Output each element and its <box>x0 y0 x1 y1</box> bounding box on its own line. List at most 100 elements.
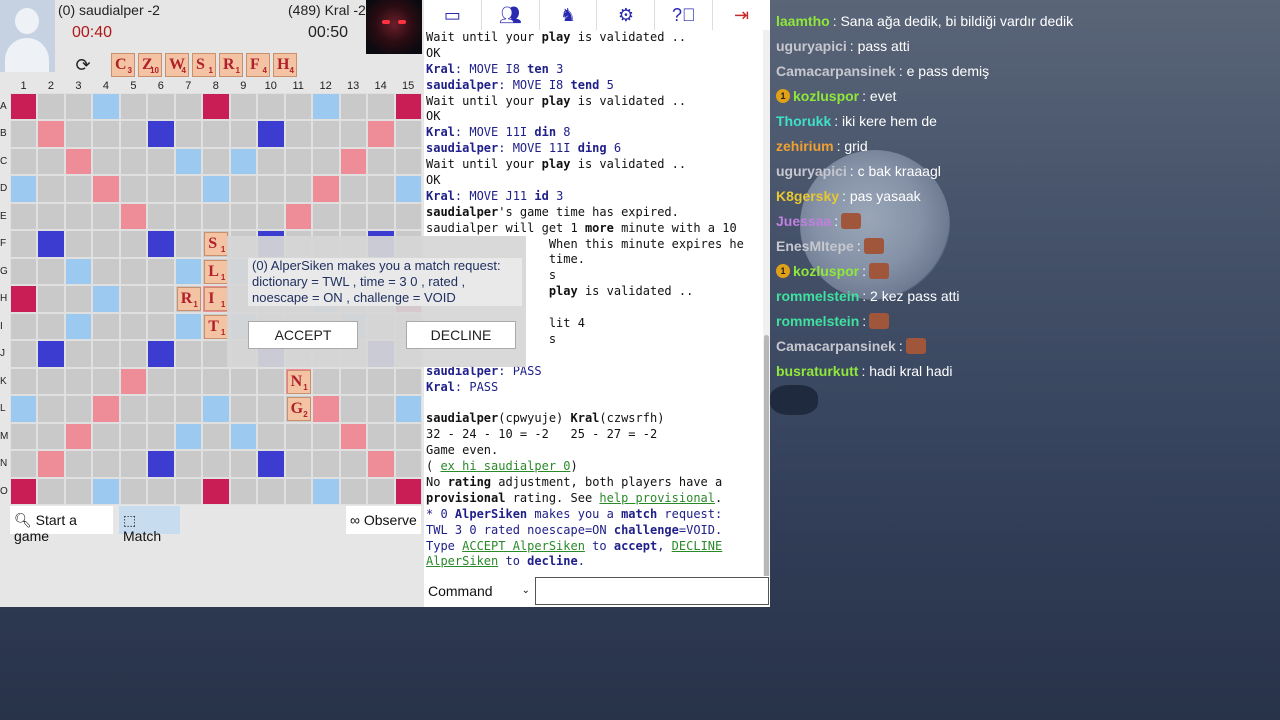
board-square[interactable] <box>339 450 368 478</box>
board-square[interactable] <box>312 202 340 231</box>
chat-username[interactable]: uguryapici <box>776 37 847 55</box>
board-square[interactable] <box>367 422 395 451</box>
board-square[interactable] <box>174 175 203 203</box>
match-button[interactable]: ⬚ Match <box>119 506 180 544</box>
board-square[interactable] <box>394 147 422 176</box>
board-square[interactable] <box>394 202 422 231</box>
board-square[interactable] <box>92 120 120 148</box>
triple-word-square[interactable] <box>10 93 38 121</box>
double-word-square[interactable] <box>119 367 148 396</box>
rack-tile[interactable]: W4 <box>165 53 189 77</box>
board-square[interactable] <box>367 477 395 505</box>
board-square[interactable] <box>284 147 313 176</box>
board-square[interactable]: R1 <box>174 285 203 313</box>
board-square[interactable] <box>64 395 93 423</box>
board-square[interactable] <box>284 93 313 121</box>
chat-username[interactable]: uguryapici <box>776 162 847 180</box>
board-square[interactable] <box>92 230 120 258</box>
monitor-icon[interactable]: ▭ <box>424 0 482 30</box>
chat-username[interactable]: kozluspor <box>793 87 859 105</box>
rack-tile[interactable]: S1 <box>192 53 216 77</box>
board-square[interactable] <box>202 450 230 478</box>
board-square[interactable] <box>37 312 65 341</box>
board-square[interactable] <box>174 450 203 478</box>
board-square[interactable] <box>174 367 203 396</box>
double-letter-square[interactable] <box>174 422 203 451</box>
board-square[interactable] <box>202 422 230 451</box>
board-square[interactable] <box>367 147 395 176</box>
gear-icon[interactable]: ⚙ <box>597 0 656 30</box>
board-square[interactable]: T1 <box>202 312 230 341</box>
board-tile[interactable]: G2 <box>286 397 311 422</box>
board-square[interactable] <box>10 120 38 148</box>
board-square[interactable] <box>339 367 368 396</box>
board-tile[interactable]: T1 <box>204 314 229 339</box>
board-square[interactable] <box>119 257 148 286</box>
triple-letter-square[interactable] <box>147 230 175 258</box>
board-square[interactable] <box>64 477 93 505</box>
triple-letter-square[interactable] <box>147 450 175 478</box>
double-word-square[interactable] <box>367 450 395 478</box>
board-square[interactable] <box>147 147 175 176</box>
triple-word-square[interactable] <box>202 477 230 505</box>
double-letter-square[interactable] <box>229 422 258 451</box>
board-square[interactable] <box>257 93 285 121</box>
board-square[interactable] <box>119 312 148 341</box>
chat-username[interactable]: EnesMItepe <box>776 237 854 255</box>
board-square[interactable] <box>312 422 340 451</box>
board-square[interactable] <box>229 175 258 203</box>
observe-button[interactable]: ∞ Observe <box>346 506 421 534</box>
board-square[interactable] <box>394 367 422 396</box>
chat-username[interactable]: Camacarpansinek <box>776 62 896 80</box>
board-square[interactable] <box>147 175 175 203</box>
board-square[interactable] <box>10 257 38 286</box>
board-tile[interactable]: L1 <box>204 259 229 284</box>
double-letter-square[interactable] <box>229 147 258 176</box>
board-square[interactable] <box>119 340 148 368</box>
board-square[interactable] <box>394 422 422 451</box>
board-square[interactable] <box>174 477 203 505</box>
horse-icon[interactable]: ♞ <box>540 0 598 30</box>
board-square[interactable] <box>229 395 258 423</box>
board-square[interactable] <box>174 230 203 258</box>
board-square[interactable] <box>339 93 368 121</box>
board-square[interactable] <box>92 340 120 368</box>
log-link[interactable]: ex hi saudialper 0 <box>440 459 570 473</box>
board-square[interactable] <box>202 340 230 368</box>
board-square[interactable] <box>284 477 313 505</box>
board-square[interactable] <box>64 367 93 396</box>
chat-username[interactable]: K8gersky <box>776 187 839 205</box>
board-square[interactable] <box>257 147 285 176</box>
chat-username[interactable]: busraturkutt <box>776 362 858 380</box>
triple-word-square[interactable] <box>10 477 38 505</box>
double-word-square[interactable] <box>64 147 93 176</box>
log-link[interactable]: AlperSiken <box>426 554 498 568</box>
double-letter-square[interactable] <box>10 395 38 423</box>
board-square[interactable] <box>119 450 148 478</box>
board-square[interactable] <box>147 312 175 341</box>
chat-username[interactable]: kozluspor <box>793 262 859 280</box>
double-letter-square[interactable] <box>312 93 340 121</box>
board-square[interactable] <box>284 450 313 478</box>
board-square[interactable] <box>229 120 258 148</box>
double-letter-square[interactable] <box>92 93 120 121</box>
board-square[interactable] <box>229 202 258 231</box>
board-square[interactable] <box>64 175 93 203</box>
board-square[interactable] <box>147 422 175 451</box>
triple-letter-square[interactable] <box>147 340 175 368</box>
board-square[interactable] <box>37 285 65 313</box>
log-scrollbar[interactable] <box>763 30 770 603</box>
board-square[interactable] <box>174 202 203 231</box>
board-square[interactable] <box>10 312 38 341</box>
double-letter-square[interactable] <box>64 312 93 341</box>
board-square[interactable] <box>257 202 285 231</box>
board-square[interactable] <box>312 120 340 148</box>
chat-username[interactable]: Camacarpansinek <box>776 337 896 355</box>
double-word-square[interactable] <box>312 175 340 203</box>
board-square[interactable] <box>64 450 93 478</box>
rack-tile[interactable]: F4 <box>246 53 270 77</box>
board-square[interactable] <box>202 147 230 176</box>
board-square[interactable] <box>10 230 38 258</box>
board-square[interactable] <box>394 120 422 148</box>
rack-tile[interactable]: R1 <box>219 53 243 77</box>
